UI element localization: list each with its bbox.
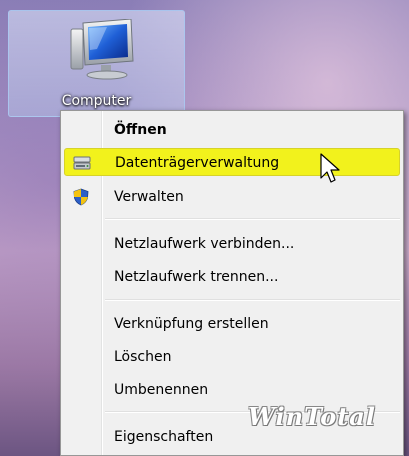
- menu-item-label: Verknüpfung erstellen: [114, 316, 269, 332]
- menu-item-rename[interactable]: Umbenennen: [64, 376, 400, 404]
- menu-separator: [105, 299, 400, 301]
- menu-item-label: Umbenennen: [114, 382, 209, 398]
- disk-management-icon: [73, 156, 91, 170]
- watermark-logo: WinTotal: [248, 402, 376, 431]
- computer-desktop-icon[interactable]: Computer: [8, 10, 185, 117]
- menu-item-label: Netzlaufwerk verbinden...: [114, 236, 295, 252]
- menu-separator: [105, 218, 400, 220]
- menu-item-label: Öffnen: [114, 122, 167, 138]
- menu-item-create-shortcut[interactable]: Verknüpfung erstellen: [64, 310, 400, 338]
- uac-shield-icon: [73, 188, 89, 206]
- menu-item-disconnect-network-drive[interactable]: Netzlaufwerk trennen...: [64, 263, 400, 291]
- menu-item-map-network-drive[interactable]: Netzlaufwerk verbinden...: [64, 230, 400, 258]
- menu-item-disk-management[interactable]: Datenträgerverwaltung: [64, 148, 400, 176]
- menu-item-delete[interactable]: Löschen: [64, 343, 400, 371]
- computer-icon-label: Computer: [61, 93, 132, 109]
- computer-icon: [70, 19, 134, 80]
- menu-item-manage[interactable]: Verwalten: [64, 183, 400, 211]
- menu-item-open[interactable]: Öffnen: [64, 116, 400, 144]
- menu-item-label: Datenträgerverwaltung: [115, 155, 280, 171]
- menu-item-label: Verwalten: [114, 189, 184, 205]
- menu-item-label: Eigenschaften: [114, 429, 214, 445]
- mouse-cursor-icon: [320, 153, 340, 183]
- menu-item-label: Löschen: [114, 349, 172, 365]
- menu-item-label: Netzlaufwerk trennen...: [114, 269, 279, 285]
